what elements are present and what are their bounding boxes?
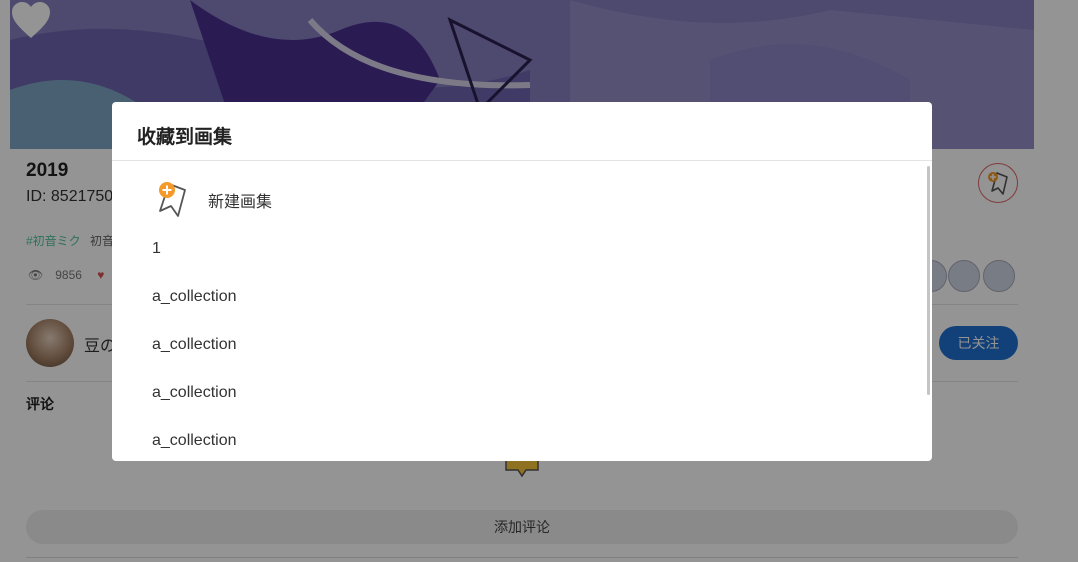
collection-dialog: 收藏到画集 新建画集 1 a_collection a_collection a… (112, 102, 932, 461)
dialog-divider (112, 160, 932, 161)
scrollbar-thumb[interactable] (927, 166, 930, 395)
dialog-title: 收藏到画集 (137, 127, 233, 148)
new-collection-label[interactable]: 新建画集 (208, 188, 272, 212)
collection-item[interactable]: a_collection (152, 432, 237, 450)
collection-item[interactable]: a_collection (152, 336, 237, 354)
new-collection-icon[interactable] (152, 178, 192, 218)
collection-item[interactable]: a_collection (152, 384, 237, 402)
collection-item[interactable]: a_collection (152, 288, 237, 306)
collection-item[interactable]: 1 (152, 240, 161, 258)
